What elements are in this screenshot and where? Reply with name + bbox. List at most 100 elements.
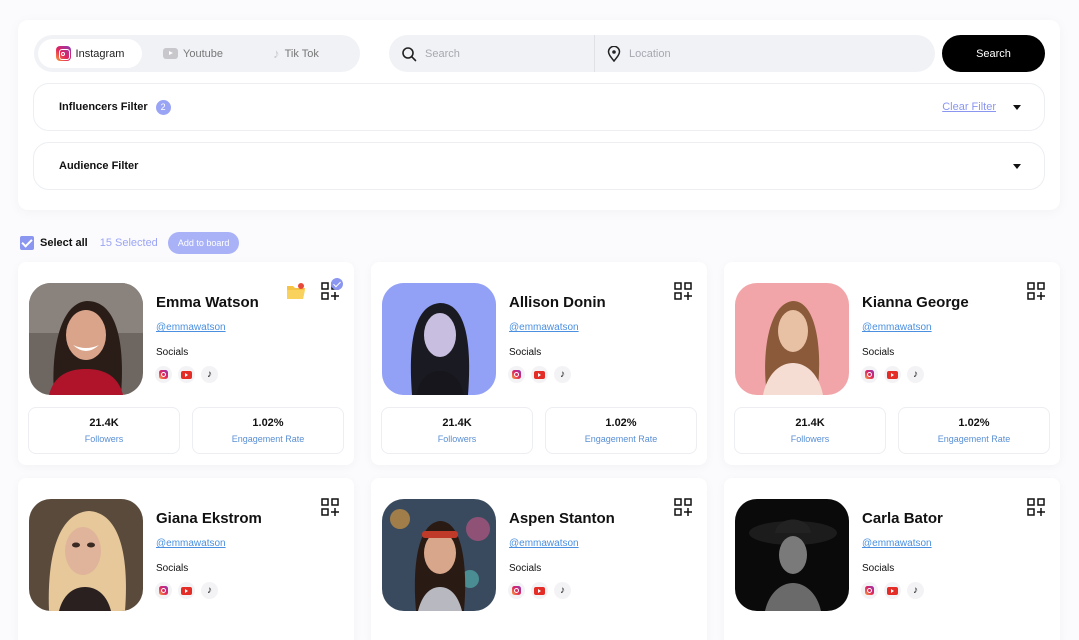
selection-toolbar: Select all 15 Selected Add to board [20, 232, 240, 254]
add-to-board-icon[interactable] [1027, 282, 1045, 300]
filter-count-badge: 2 [155, 99, 171, 115]
influencer-card[interactable]: Giana Ekstrom @emmawatson Socials ♪ [18, 478, 354, 640]
location-input[interactable] [629, 47, 769, 60]
search-filter-panel: Instagram Youtube ♪ Tik Tok Search Influ… [18, 20, 1060, 210]
followers-stat: 21.4K Followers [734, 407, 886, 454]
influencer-name: Carla Bator [862, 510, 943, 527]
search-input[interactable] [425, 47, 565, 60]
clear-filter-link[interactable]: Clear Filter [942, 101, 996, 113]
instagram-icon[interactable] [861, 582, 878, 599]
search-icon [402, 46, 417, 61]
influencers-filter-label: Influencers Filter [59, 101, 148, 113]
add-to-board-button[interactable]: Add to board [167, 232, 240, 254]
socials-label: Socials [156, 347, 189, 358]
tab-instagram[interactable]: Instagram [38, 39, 142, 68]
tab-youtube[interactable]: Youtube [142, 39, 244, 68]
youtube-icon[interactable] [884, 582, 901, 599]
avatar [382, 283, 496, 395]
add-to-board-icon[interactable] [674, 498, 692, 516]
influencer-card[interactable]: Emma Watson @emmawatson Socials ♪ 21.4K … [18, 262, 354, 465]
followers-label: Followers [84, 434, 124, 444]
tiktok-icon[interactable]: ♪ [201, 366, 218, 383]
youtube-icon[interactable] [531, 582, 548, 599]
influencer-name: Aspen Stanton [509, 510, 615, 527]
engagement-value: 1.02% [605, 417, 637, 429]
socials-label: Socials [509, 563, 542, 574]
youtube-icon[interactable] [178, 582, 195, 599]
tab-youtube-label: Youtube [183, 47, 223, 60]
instagram-icon[interactable] [155, 366, 172, 383]
social-links: ♪ [861, 366, 924, 383]
tiktok-icon[interactable]: ♪ [554, 582, 571, 599]
social-links: ♪ [508, 366, 571, 383]
influencer-card[interactable]: Aspen Stanton @emmawatson Socials ♪ [371, 478, 707, 640]
instagram-icon[interactable] [155, 582, 172, 599]
audience-filter-label: Audience Filter [59, 160, 139, 172]
select-all-label: Select all [40, 237, 88, 249]
add-to-board-icon[interactable] [1027, 498, 1045, 516]
social-links: ♪ [861, 582, 924, 599]
chevron-down-icon[interactable] [1013, 163, 1021, 169]
engagement-stat: 1.02% Engagement Rate [545, 407, 697, 454]
location-pin-icon [607, 45, 621, 62]
tab-tiktok[interactable]: ♪ Tik Tok [244, 39, 348, 68]
avatar [29, 499, 143, 611]
selected-count: 15 Selected [99, 237, 158, 249]
avatar [735, 283, 849, 395]
select-all-checkbox[interactable] [20, 236, 34, 250]
folder-icon[interactable] [286, 283, 306, 300]
platform-tabs: Instagram Youtube ♪ Tik Tok [34, 35, 360, 72]
tiktok-icon[interactable]: ♪ [907, 582, 924, 599]
influencer-handle[interactable]: @emmawatson [862, 322, 932, 333]
influencer-card[interactable]: Kianna George @emmawatson Socials ♪ 21.4… [724, 262, 1060, 465]
socials-label: Socials [862, 347, 895, 358]
add-to-board-icon[interactable] [321, 498, 339, 516]
influencer-name: Emma Watson [156, 294, 259, 311]
influencer-handle[interactable]: @emmawatson [156, 538, 226, 549]
search-bar [389, 35, 935, 72]
instagram-icon[interactable] [508, 582, 525, 599]
followers-value: 21.4K [89, 417, 119, 429]
engagement-value: 1.02% [958, 417, 990, 429]
followers-stat: 21.4K Followers [381, 407, 533, 454]
tiktok-icon[interactable]: ♪ [201, 582, 218, 599]
followers-label: Followers [437, 434, 477, 444]
influencer-card[interactable]: Carla Bator @emmawatson Socials ♪ [724, 478, 1060, 640]
influencer-name: Allison Donin [509, 294, 606, 311]
influencers-filter[interactable]: Influencers Filter 2 Clear Filter [33, 83, 1045, 131]
avatar [29, 283, 143, 395]
avatar [382, 499, 496, 611]
influencer-handle[interactable]: @emmawatson [156, 322, 226, 333]
engagement-label: Engagement Rate [937, 434, 1011, 444]
search-button[interactable]: Search [942, 35, 1045, 72]
instagram-icon[interactable] [508, 366, 525, 383]
followers-stat: 21.4K Followers [28, 407, 180, 454]
followers-value: 21.4K [442, 417, 472, 429]
audience-filter[interactable]: Audience Filter [33, 142, 1045, 190]
tab-instagram-label: Instagram [75, 47, 125, 60]
youtube-icon[interactable] [884, 366, 901, 383]
added-check-icon [331, 278, 343, 290]
followers-value: 21.4K [795, 417, 825, 429]
location-field [595, 35, 769, 72]
engagement-stat: 1.02% Engagement Rate [898, 407, 1050, 454]
tiktok-icon[interactable]: ♪ [907, 366, 924, 383]
tiktok-icon: ♪ [273, 46, 280, 61]
tiktok-icon[interactable]: ♪ [554, 366, 571, 383]
influencer-handle[interactable]: @emmawatson [862, 538, 932, 549]
instagram-icon[interactable] [861, 366, 878, 383]
youtube-icon[interactable] [531, 366, 548, 383]
influencer-handle[interactable]: @emmawatson [509, 538, 579, 549]
youtube-icon[interactable] [178, 366, 195, 383]
influencer-name: Giana Ekstrom [156, 510, 262, 527]
chevron-down-icon[interactable] [1013, 104, 1021, 110]
add-to-board-icon[interactable] [674, 282, 692, 300]
youtube-icon [163, 48, 178, 59]
engagement-label: Engagement Rate [584, 434, 658, 444]
influencer-card[interactable]: Allison Donin @emmawatson Socials ♪ 21.4… [371, 262, 707, 465]
engagement-stat: 1.02% Engagement Rate [192, 407, 344, 454]
instagram-icon [55, 46, 71, 61]
influencer-handle[interactable]: @emmawatson [509, 322, 579, 333]
tab-tiktok-label: Tik Tok [284, 47, 319, 60]
influencer-name: Kianna George [862, 294, 969, 311]
